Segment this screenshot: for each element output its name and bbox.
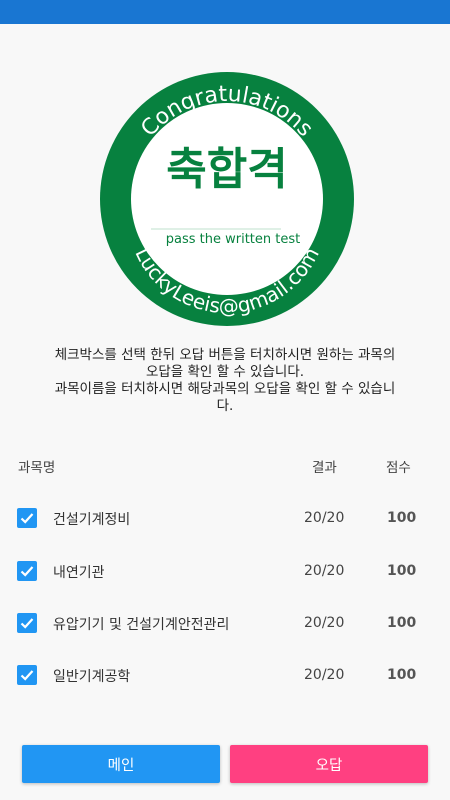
subject-score: 100 [387, 563, 417, 579]
subject-row: 일반기계공학 20/20 100 [0, 661, 450, 691]
subject-result: 20/20 [304, 563, 345, 579]
subject-row: 유압기기 및 건설기계안전관리 20/20 100 [0, 609, 450, 639]
instructions-line: 다. [216, 398, 234, 414]
subject-name[interactable]: 일반기계공학 [53, 666, 130, 686]
badge-center-text: 축합격 [166, 144, 287, 195]
check-icon [20, 566, 34, 577]
badge-sub-text: pass the written test [166, 232, 300, 247]
congratulations-badge: Congratulations 축합격 pass the written tes… [100, 72, 354, 326]
subject-name[interactable]: 유압기기 및 건설기계안전관리 [53, 614, 229, 634]
check-icon [20, 670, 34, 681]
subject-name[interactable]: 건설기계정비 [53, 509, 130, 529]
subject-checkbox[interactable] [17, 561, 37, 581]
subject-score: 100 [387, 667, 417, 683]
subject-checkbox[interactable] [17, 508, 37, 528]
subject-name[interactable]: 내연기관 [53, 562, 105, 582]
main-button[interactable]: 메인 [22, 745, 220, 783]
status-bar [0, 0, 450, 24]
subject-result: 20/20 [304, 510, 345, 526]
wrong-answers-button[interactable]: 오답 [230, 745, 428, 783]
instructions-line: 과목이름을 터치하시면 해당과목의 오답을 확인 할 수 있습니 [54, 381, 396, 397]
subject-row: 내연기관 20/20 100 [0, 557, 450, 587]
subject-result: 20/20 [304, 615, 345, 631]
header-score: 점수 [386, 460, 411, 476]
check-icon [20, 513, 34, 524]
instructions-line: 체크박스를 선택 한뒤 오답 버튼을 터치하시면 원하는 과목의 [54, 347, 396, 363]
subject-score: 100 [387, 615, 417, 631]
subject-score: 100 [387, 510, 417, 526]
subject-checkbox[interactable] [17, 613, 37, 633]
header-result: 결과 [312, 460, 337, 476]
check-icon [20, 618, 34, 629]
subject-result: 20/20 [304, 667, 345, 683]
header-subject-name: 과목명 [18, 460, 56, 476]
table-header: 과목명 결과 점수 [0, 456, 450, 476]
instructions-text: 체크박스를 선택 한뒤 오답 버튼을 터치하시면 원하는 과목의 오답을 확인 … [30, 347, 420, 415]
subject-row: 건설기계정비 20/20 100 [0, 504, 450, 534]
instructions-line: 오답을 확인 할 수 있습니다. [145, 364, 305, 380]
subject-checkbox[interactable] [17, 665, 37, 685]
